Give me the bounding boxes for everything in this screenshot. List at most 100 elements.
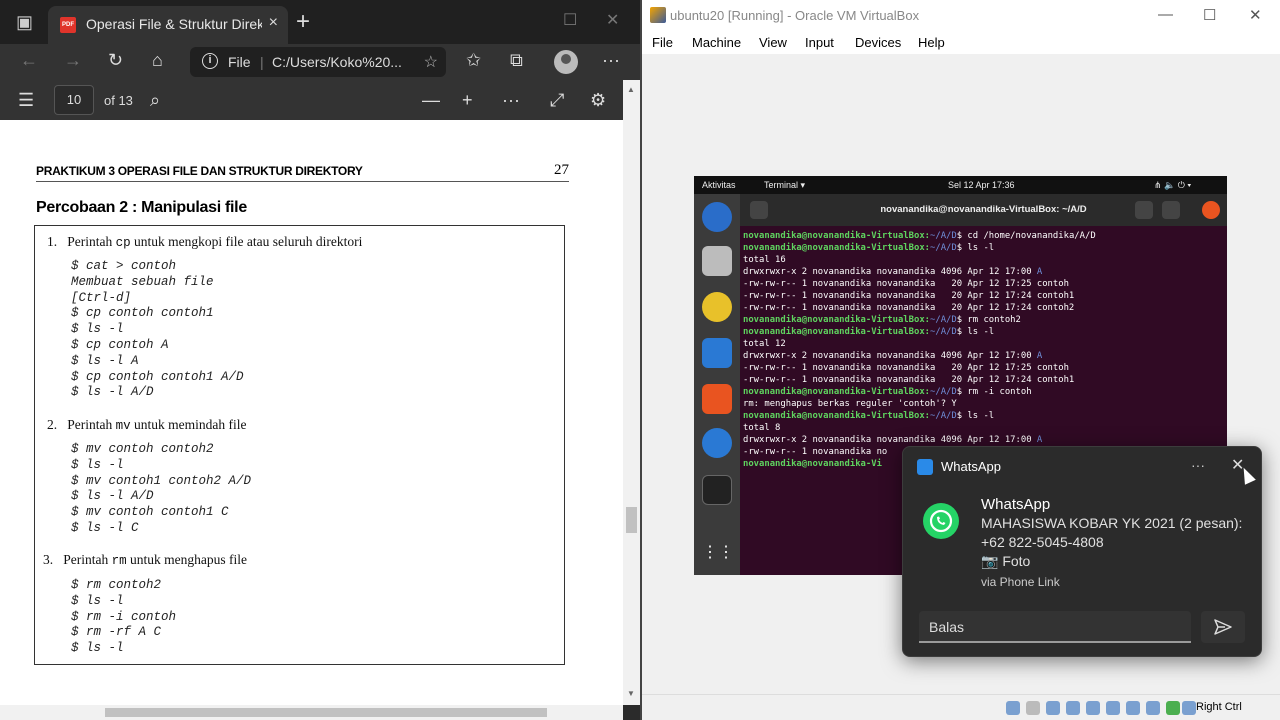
mouse-integration-icon[interactable] bbox=[1182, 701, 1196, 715]
navigation-bar: ← → ↻ ⌂ i File | C:/Users/Koko%20... ☆ ✩… bbox=[0, 44, 640, 80]
show-applications-icon[interactable]: ⋮⋮ bbox=[702, 538, 734, 568]
page-number-input[interactable]: 10 bbox=[54, 85, 94, 115]
recording-status-icon[interactable] bbox=[1146, 701, 1160, 715]
maximize-icon[interactable]: ☐ bbox=[1203, 6, 1216, 24]
notification-via: via Phone Link bbox=[981, 575, 1060, 589]
menu-file[interactable]: File bbox=[652, 35, 673, 50]
item-command: mv bbox=[115, 419, 131, 433]
terminal-text: total 16 bbox=[743, 255, 786, 265]
terminal-text: -rw-rw-r-- 1 novanandika novanandika 20 … bbox=[743, 291, 1075, 301]
profile-avatar[interactable] bbox=[554, 50, 578, 74]
collections-icon[interactable]: ⧉ bbox=[510, 50, 523, 71]
vertical-scrollbar[interactable]: ▲ ▼ bbox=[623, 80, 640, 705]
close-window-icon[interactable]: ✕ bbox=[606, 10, 619, 30]
favorite-star-icon[interactable]: ☆ bbox=[424, 52, 438, 72]
maximize-icon[interactable]: ☐ bbox=[563, 10, 577, 30]
tab-close-icon[interactable]: × bbox=[269, 14, 278, 32]
item-command: rm bbox=[111, 554, 127, 568]
libreoffice-writer-icon[interactable] bbox=[702, 338, 732, 368]
forward-icon[interactable]: → bbox=[64, 50, 82, 71]
optical-status-icon[interactable] bbox=[1026, 701, 1040, 715]
terminal-dock-icon[interactable] bbox=[702, 475, 732, 505]
notification-more-icon[interactable]: ··· bbox=[1191, 457, 1205, 473]
terminal-output[interactable]: novanandika@novanandika-VirtualBox: ~/A/D… bbox=[743, 230, 1223, 470]
terminal-search-icon[interactable] bbox=[1135, 201, 1153, 219]
zoom-in-icon[interactable]: + bbox=[462, 90, 473, 111]
refresh-icon[interactable]: ↻ bbox=[108, 50, 123, 71]
horizontal-scrollbar[interactable] bbox=[0, 705, 623, 720]
terminal-prompt: novanandika@novanandika-VirtualBox: bbox=[743, 243, 931, 253]
instructions-box: 1. Perintah cp untuk mengkopi file atau … bbox=[34, 225, 565, 665]
virtualbox-app-icon bbox=[650, 7, 666, 23]
thunderbird-icon[interactable] bbox=[702, 202, 732, 232]
new-tab-button[interactable]: + bbox=[296, 8, 310, 36]
whatsapp-notification[interactable]: WhatsApp ··· ✕ WhatsApp MAHASISWA KOBAR … bbox=[902, 446, 1262, 657]
rhythmbox-icon[interactable] bbox=[702, 292, 732, 322]
info-icon[interactable]: i bbox=[202, 53, 218, 69]
hdd-status-icon[interactable] bbox=[1006, 701, 1020, 715]
tab-pdf[interactable]: PDF Operasi File & Struktur Direktori × bbox=[48, 6, 288, 44]
usb-status-icon[interactable] bbox=[1086, 701, 1100, 715]
activities-button[interactable]: Aktivitas bbox=[702, 180, 736, 190]
terminal-text: -rw-rw-r-- 1 novanandika novanandika 20 … bbox=[743, 363, 1069, 373]
table-of-contents-icon[interactable]: ☰ bbox=[18, 90, 34, 111]
terminal-prompt: novanandika@novanandika-VirtualBox: bbox=[743, 327, 931, 337]
menu-machine[interactable]: Machine bbox=[692, 35, 741, 50]
tab-title: Operasi File & Struktur Direktori bbox=[86, 16, 262, 32]
scroll-down-icon[interactable]: ▼ bbox=[627, 689, 635, 698]
send-button[interactable] bbox=[1201, 611, 1245, 643]
vertical-scroll-thumb[interactable] bbox=[626, 507, 637, 533]
audio-status-icon[interactable] bbox=[1046, 701, 1060, 715]
menu-devices[interactable]: Devices bbox=[855, 35, 901, 50]
virtualbox-titlebar: ubuntu20 [Running] - Oracle VM VirtualBo… bbox=[642, 0, 1280, 30]
fit-page-icon[interactable]: ⤢ bbox=[550, 90, 564, 111]
virtualbox-statusbar: Right Ctrl bbox=[642, 694, 1280, 720]
zoom-out-icon[interactable]: — bbox=[422, 90, 440, 111]
terminal-text: $ rm -i contoh bbox=[956, 387, 1032, 397]
minimize-icon[interactable]: — bbox=[1158, 6, 1173, 23]
cpu-status-icon[interactable] bbox=[1166, 701, 1180, 715]
address-bar[interactable]: i File | C:/Users/Koko%20... ☆ bbox=[190, 47, 446, 77]
display-status-icon[interactable] bbox=[1126, 701, 1140, 715]
item-mv: 2. Perintah mv untuk memindah file bbox=[47, 417, 247, 433]
terminal-app-menu[interactable]: Terminal ▾ bbox=[764, 180, 805, 191]
favorites-icon[interactable]: ✩ bbox=[466, 50, 481, 71]
terminal-headerbar: novanandika@novanandika-VirtualBox: ~/A/… bbox=[740, 194, 1227, 226]
edge-browser-window: ▣ PDF Operasi File & Struktur Direktori … bbox=[0, 0, 640, 720]
terminal-path: ~/A/D bbox=[930, 315, 957, 325]
virtualbox-menubar: File Machine View Input Devices Help bbox=[642, 30, 1280, 54]
item-text: Perintah bbox=[63, 552, 112, 567]
terminal-menu-icon[interactable] bbox=[1162, 201, 1180, 219]
menu-help[interactable]: Help bbox=[918, 35, 945, 50]
menu-input[interactable]: Input bbox=[805, 35, 834, 50]
horizontal-scroll-thumb[interactable] bbox=[105, 708, 547, 717]
close-icon[interactable]: ✕ bbox=[1249, 6, 1262, 24]
software-center-icon[interactable] bbox=[702, 384, 732, 414]
settings-gear-icon[interactable]: ⚙ bbox=[590, 90, 606, 111]
menu-view[interactable]: View bbox=[759, 35, 787, 50]
network-status-icon[interactable] bbox=[1066, 701, 1080, 715]
terminal-path: ~/A/D bbox=[930, 231, 957, 241]
reply-input[interactable]: Balas bbox=[919, 611, 1191, 643]
item-text: untuk menghapus file bbox=[126, 552, 247, 567]
shared-folder-icon[interactable] bbox=[1106, 701, 1120, 715]
back-icon[interactable]: ← bbox=[20, 50, 38, 71]
files-icon[interactable] bbox=[702, 246, 732, 276]
terminal-line: -rw-rw-r-- 1 novanandika novanandika 20 … bbox=[743, 302, 1223, 314]
search-icon[interactable]: ⌕ bbox=[150, 90, 160, 111]
reply-placeholder: Balas bbox=[929, 619, 965, 635]
clock[interactable]: Sel 12 Apr 17:36 bbox=[948, 180, 1015, 190]
item-command: cp bbox=[115, 236, 131, 250]
item-text: Perintah bbox=[67, 234, 116, 249]
terminal-text: -rw-rw-r-- 1 novanandika no bbox=[743, 447, 888, 457]
tab-actions-icon[interactable]: ▣ bbox=[16, 12, 33, 33]
more-menu-icon[interactable]: ··· bbox=[602, 50, 620, 71]
more-tools-icon[interactable]: ··· bbox=[502, 90, 520, 111]
terminal-close-icon[interactable] bbox=[1202, 201, 1220, 219]
scroll-up-icon[interactable]: ▲ bbox=[627, 85, 635, 94]
help-icon[interactable] bbox=[702, 428, 732, 458]
item-rm: 3. Perintah rm untuk menghapus file bbox=[43, 552, 247, 568]
terminal-line: novanandika@novanandika-VirtualBox:~/A/D… bbox=[743, 326, 1223, 338]
home-icon[interactable]: ⌂ bbox=[152, 50, 163, 71]
system-tray-icons[interactable]: ⋔ 🔈 ⏻ ▾ bbox=[1154, 180, 1191, 191]
